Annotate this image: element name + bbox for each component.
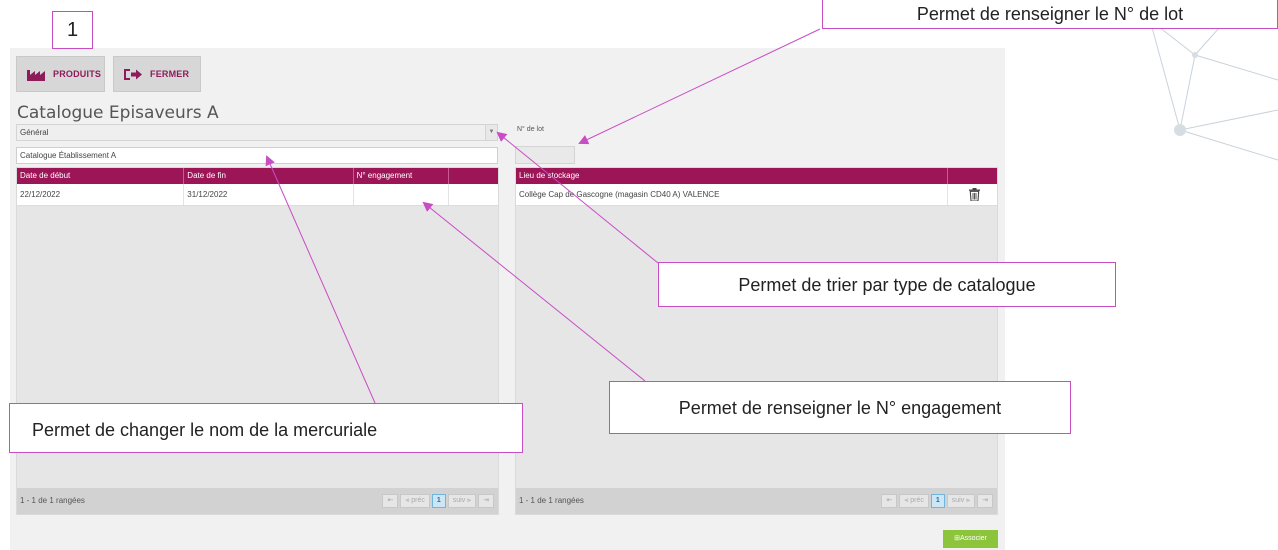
arrow-lot	[578, 28, 821, 145]
arrow-trier	[496, 131, 659, 264]
callout-engagement: Permet de renseigner le N° engagement	[609, 381, 1071, 434]
callout-nom: Permet de changer le nom de la mercurial…	[9, 403, 523, 453]
callout-number: 1	[52, 11, 93, 49]
arrow-nom	[265, 155, 376, 404]
callout-trier: Permet de trier par type de catalogue	[658, 262, 1116, 307]
callout-lot: Permet de renseigner le N° de lot	[822, 0, 1278, 29]
arrow-engagement	[422, 201, 646, 382]
